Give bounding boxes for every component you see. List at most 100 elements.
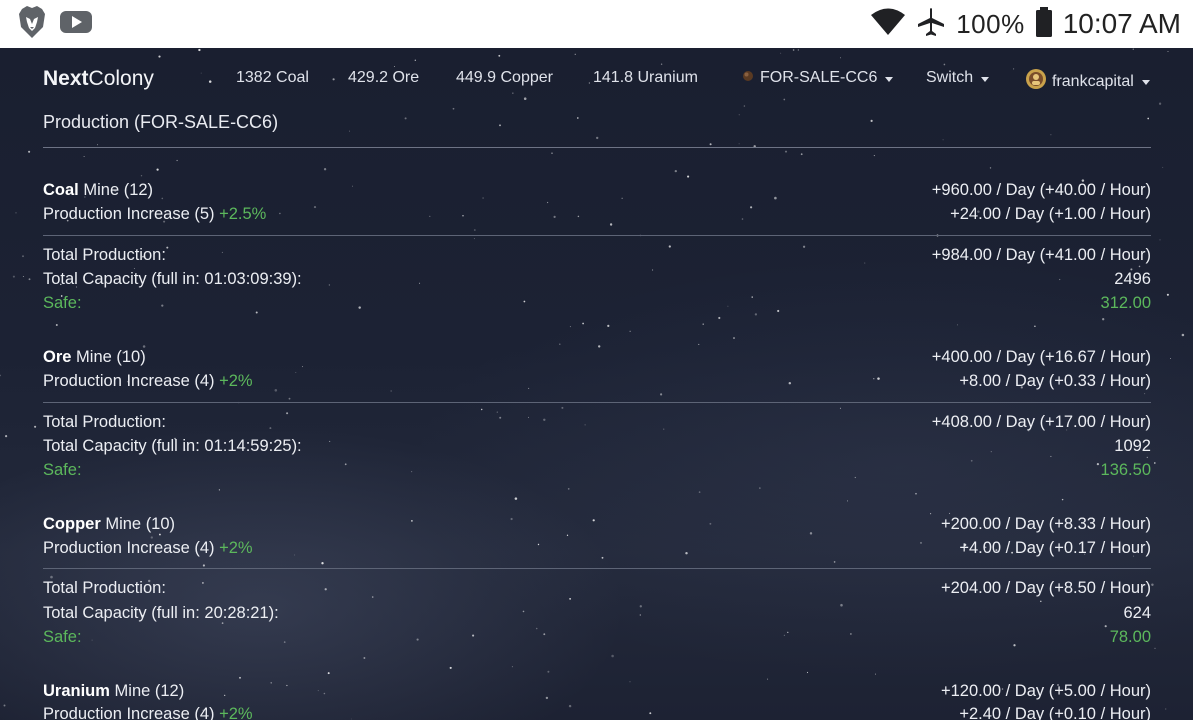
star xyxy=(96,144,99,146)
star xyxy=(176,159,178,162)
star xyxy=(743,105,746,107)
star xyxy=(1167,51,1169,52)
ore-capacity-row: Total Capacity (full in: 01:14:59:25): 1… xyxy=(43,436,1151,455)
increase-rate: +24.00 / Day (+1.00 / Hour) xyxy=(950,204,1151,223)
star xyxy=(660,393,663,396)
resource-name: Copper xyxy=(43,514,101,533)
title-divider xyxy=(43,147,1151,148)
copper-increase-row: Production Increase (4) +2% +4.00 / Day … xyxy=(43,538,1151,557)
brand-logo[interactable]: NextColony xyxy=(43,67,154,91)
battery-icon xyxy=(1035,6,1053,42)
star xyxy=(514,497,518,500)
star xyxy=(498,54,501,57)
star xyxy=(1151,583,1154,586)
increase-rate: +8.00 / Day (+0.33 / Hour) xyxy=(959,371,1151,390)
star xyxy=(733,337,735,339)
coal-increase-row: Production Increase (5) +2.5% +24.00 / D… xyxy=(43,204,1151,223)
increase-percent: +2% xyxy=(219,371,253,390)
star xyxy=(1061,498,1064,501)
star xyxy=(674,169,677,173)
star xyxy=(1162,166,1164,168)
star xyxy=(576,117,579,119)
star xyxy=(561,406,564,409)
star xyxy=(567,488,570,490)
star xyxy=(55,323,58,327)
copper-resource-count: 449.9 Copper xyxy=(456,69,553,86)
app-navbar: NextColony 1382 Coal 429.2 Ore 449.9 Cop… xyxy=(43,60,1151,98)
copper-mine-row: Copper Mine (10) +200.00 / Day (+8.33 / … xyxy=(43,514,1151,533)
ore-increase-row: Production Increase (4) +2% +8.00 / Day … xyxy=(43,371,1151,390)
star xyxy=(363,657,366,659)
increase-percent: +2% xyxy=(219,538,253,557)
star xyxy=(140,175,143,177)
chevron-down-icon xyxy=(981,76,990,82)
ore-safe-row: Safe: 136.50 xyxy=(43,460,1151,479)
star xyxy=(839,57,842,59)
star xyxy=(1102,318,1105,321)
star xyxy=(449,666,452,669)
star xyxy=(759,487,761,489)
star xyxy=(473,238,475,240)
star xyxy=(833,561,836,563)
star xyxy=(574,53,576,55)
star xyxy=(1144,393,1146,395)
star xyxy=(348,130,351,132)
star xyxy=(800,153,803,156)
star xyxy=(1165,708,1167,710)
star xyxy=(12,275,15,278)
star xyxy=(874,673,876,675)
divider xyxy=(43,568,1151,569)
switch-dropdown[interactable]: Switch xyxy=(926,69,990,87)
star xyxy=(847,500,849,502)
uranium-resource-count: 141.8 Uranium xyxy=(593,69,698,86)
ore-total-row: Total Production: +408.00 / Day (+17.00 … xyxy=(43,412,1151,431)
chevron-down-icon xyxy=(885,76,894,82)
star xyxy=(738,114,740,116)
uranium-increase-row: Production Increase (4) +2% +2.40 / Day … xyxy=(43,702,1151,720)
page-title: Production (FOR-SALE-CC6) xyxy=(43,112,279,132)
divider xyxy=(43,402,1151,403)
star xyxy=(218,489,221,491)
star xyxy=(28,278,31,281)
total-rate: +408.00 / Day (+17.00 / Hour) xyxy=(931,412,1151,431)
increase-rate: +4.00 / Day (+0.17 / Hour) xyxy=(959,538,1151,557)
copper-capacity-row: Total Capacity (full in: 20:28:21): 624 xyxy=(43,603,1151,622)
star xyxy=(156,168,159,171)
star xyxy=(942,139,944,141)
divider xyxy=(43,235,1151,236)
chevron-down-icon xyxy=(1141,80,1150,85)
star xyxy=(22,275,24,278)
mine-rate: +400.00 / Day (+16.67 / Hour) xyxy=(931,347,1151,366)
star xyxy=(792,49,795,51)
star xyxy=(1147,117,1150,120)
capacity-value: 2496 xyxy=(1114,269,1151,288)
star xyxy=(870,119,873,122)
wifi-icon xyxy=(870,7,906,42)
planet-dropdown[interactable]: FOR-SALE-CC6 xyxy=(742,69,894,87)
capacity-value: 1092 xyxy=(1114,436,1151,455)
brave-lion-icon xyxy=(18,5,46,44)
star xyxy=(1050,134,1052,136)
resource-name: Uranium xyxy=(43,681,110,700)
star xyxy=(839,407,841,409)
star xyxy=(321,562,324,565)
star xyxy=(5,435,8,438)
user-menu-dropdown[interactable]: frankcapital xyxy=(1026,69,1150,94)
increase-percent: +2.5% xyxy=(219,204,267,223)
star xyxy=(915,492,917,495)
star xyxy=(202,564,205,567)
star xyxy=(806,671,809,674)
star xyxy=(327,672,330,675)
star xyxy=(629,330,631,332)
star xyxy=(83,156,85,157)
star xyxy=(1170,357,1171,359)
star xyxy=(1034,325,1036,328)
star xyxy=(28,150,31,153)
star xyxy=(582,322,584,325)
star xyxy=(473,229,476,231)
battery-percentage: 100% xyxy=(956,8,1025,39)
mine-rate: +960.00 / Day (+40.00 / Hour) xyxy=(931,180,1151,199)
star xyxy=(738,143,740,145)
star xyxy=(702,323,704,325)
star xyxy=(22,255,24,258)
